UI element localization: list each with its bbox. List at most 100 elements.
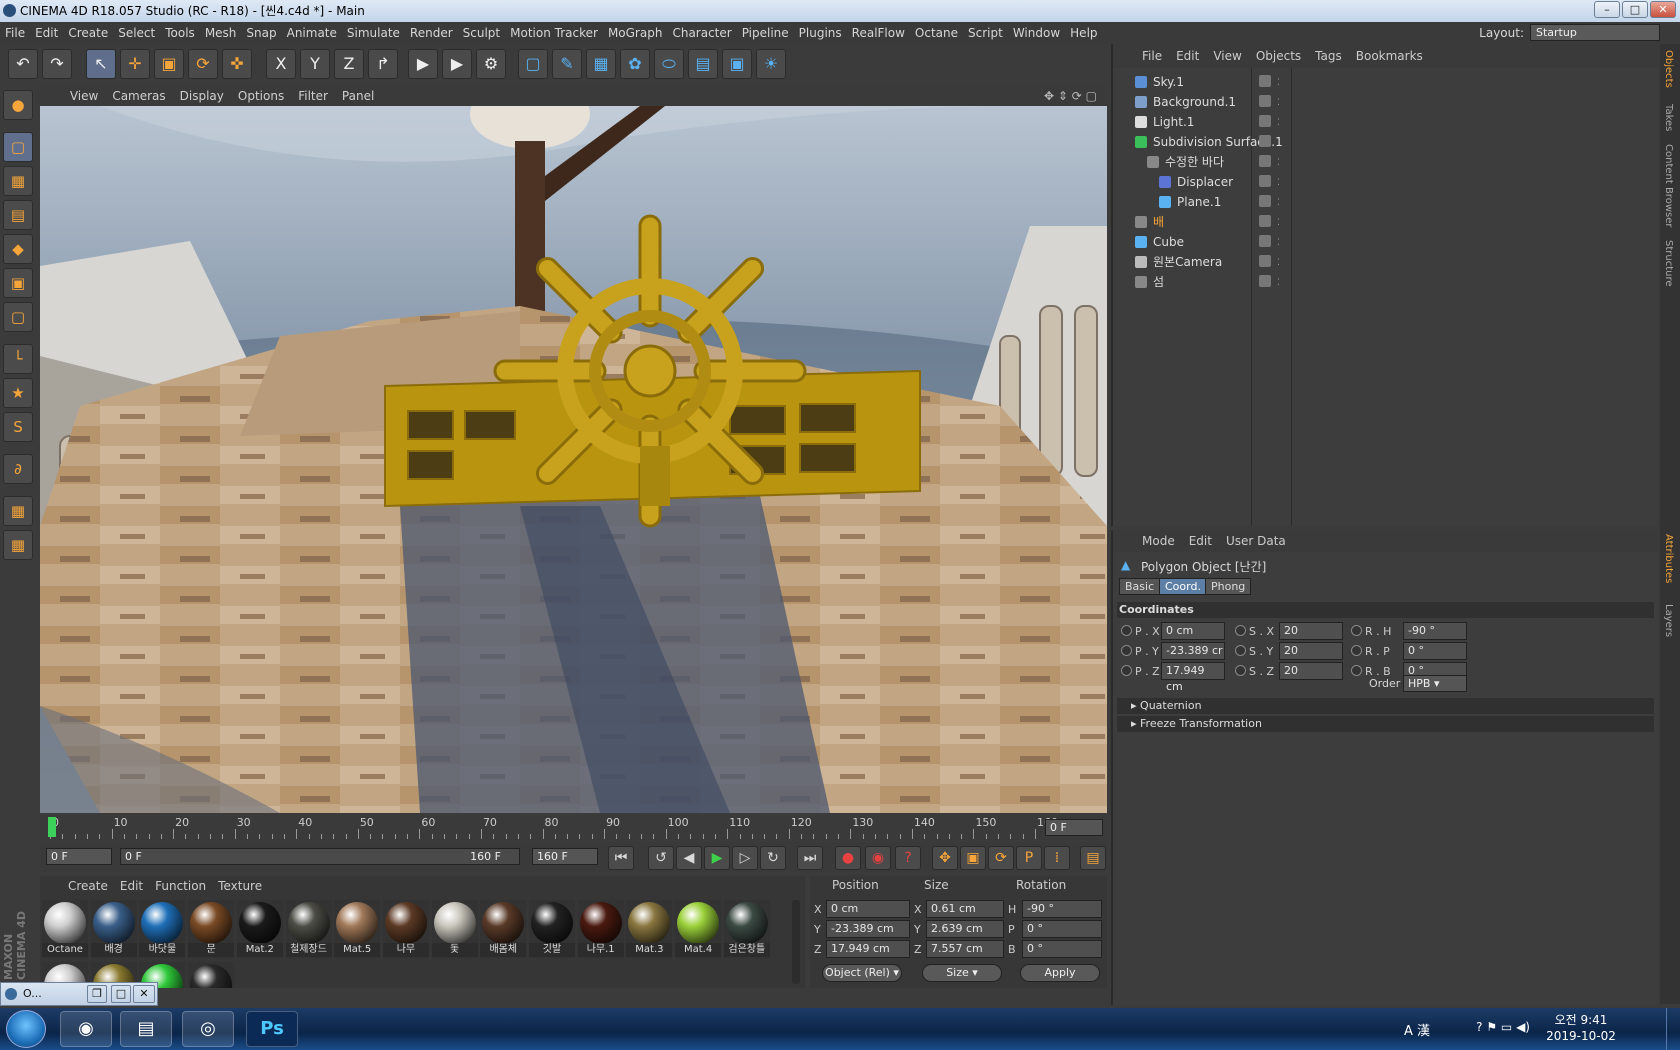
menu-mograph[interactable]: MoGraph bbox=[603, 22, 668, 44]
object-row[interactable]: Background.1 ⁚ bbox=[1117, 92, 1657, 112]
viewport-menu-view[interactable]: View bbox=[63, 86, 105, 106]
material-menu-edit[interactable]: Edit bbox=[114, 879, 149, 893]
maximize-button[interactable]: □ bbox=[1622, 1, 1648, 18]
3d-viewport[interactable] bbox=[40, 106, 1107, 813]
object-row[interactable]: Sky.1 ⁚ bbox=[1117, 72, 1657, 92]
attr-scale-field[interactable]: 20 bbox=[1279, 642, 1343, 660]
camera-icon[interactable]: ▣ bbox=[722, 49, 752, 79]
photoshop-icon[interactable]: Ps bbox=[246, 1011, 298, 1047]
animate-radio[interactable] bbox=[1235, 625, 1246, 636]
object-menu-bookmarks[interactable]: Bookmarks bbox=[1349, 49, 1430, 63]
visibility-dots-icon[interactable]: ⁚ bbox=[1277, 73, 1280, 93]
layer-icon[interactable] bbox=[1259, 115, 1271, 127]
menu-simulate[interactable]: Simulate bbox=[342, 22, 405, 44]
material-swatch[interactable] bbox=[188, 962, 235, 988]
object-menu-view[interactable]: View bbox=[1206, 49, 1248, 63]
coordinate-system-icon[interactable]: ↱ bbox=[368, 49, 398, 79]
object-row[interactable]: 수정한 바다 ⁚ bbox=[1117, 152, 1657, 172]
viewport-nav-icons[interactable]: ✥ ⇕ ⟳ ▢ bbox=[1044, 86, 1097, 106]
material-swatch[interactable]: 문 bbox=[188, 900, 235, 958]
render-view-icon[interactable]: ▶ bbox=[408, 49, 438, 79]
timeline-ruler[interactable]: 0102030405060708090100110120130140150160… bbox=[40, 815, 1107, 840]
visibility-dots-icon[interactable]: ⁚ bbox=[1277, 173, 1280, 193]
menu-create[interactable]: Create bbox=[63, 22, 113, 44]
animate-radio[interactable] bbox=[1351, 645, 1362, 656]
go-to-end-button[interactable]: ⏭ bbox=[797, 846, 823, 870]
attr-position-field[interactable]: -23.389 cr bbox=[1161, 642, 1225, 660]
material-scrollbar[interactable] bbox=[792, 900, 800, 984]
menu-window[interactable]: Window bbox=[1008, 22, 1065, 44]
live-selection-icon[interactable]: ↖ bbox=[86, 49, 116, 79]
explorer-icon[interactable]: ▤ bbox=[120, 1011, 172, 1047]
object-row[interactable]: Displacer ⁚ bbox=[1117, 172, 1657, 192]
attr-rotation-field[interactable]: -90 ° bbox=[1403, 622, 1467, 640]
layer-icon[interactable] bbox=[1259, 155, 1271, 167]
layer-icon[interactable] bbox=[1259, 195, 1271, 207]
range-slider[interactable]: 0 F 160 F bbox=[120, 848, 520, 865]
ime-indicator[interactable]: A 漢 bbox=[1404, 1020, 1430, 1039]
object-menu-tags[interactable]: Tags bbox=[1308, 49, 1349, 63]
system-clock[interactable]: 오전 9:41 2019-10-02 bbox=[1546, 1012, 1616, 1044]
tray-icons[interactable]: ? ⚑ ▭ ◀) bbox=[1476, 1020, 1530, 1034]
menu-edit[interactable]: Edit bbox=[30, 22, 63, 44]
material-swatch[interactable]: 나무 bbox=[382, 900, 429, 958]
tab-attributes[interactable]: Attributes bbox=[1663, 534, 1674, 583]
object-menu-objects[interactable]: Objects bbox=[1249, 49, 1308, 63]
visibility-dots-icon[interactable]: ⁚ bbox=[1277, 253, 1280, 273]
object-row[interactable]: Plane.1 ⁚ bbox=[1117, 192, 1657, 212]
go-to-start-button[interactable]: ⏮ bbox=[608, 846, 634, 870]
animate-radio[interactable] bbox=[1121, 645, 1132, 656]
viewport-menu-display[interactable]: Display bbox=[173, 86, 231, 106]
layer-icon[interactable] bbox=[1259, 75, 1271, 87]
y-axis-icon[interactable]: Y bbox=[300, 49, 330, 79]
material-menu-texture[interactable]: Texture bbox=[212, 879, 268, 893]
object-menu-file[interactable]: File bbox=[1135, 49, 1169, 63]
menu-octane[interactable]: Octane bbox=[910, 22, 963, 44]
rotation-field[interactable]: 0 ° bbox=[1022, 920, 1102, 938]
rotation-field[interactable]: -90 ° bbox=[1022, 900, 1102, 918]
restore-button[interactable]: ❐ bbox=[87, 985, 107, 1003]
snap-icon[interactable]: S bbox=[3, 412, 33, 442]
next-frame-button[interactable]: ▷ bbox=[732, 846, 758, 870]
floor-icon[interactable]: ▤ bbox=[688, 49, 718, 79]
key-scale-button[interactable]: ▣ bbox=[960, 846, 986, 870]
layer-icon[interactable] bbox=[1259, 95, 1271, 107]
tab-coord[interactable]: Coord. bbox=[1159, 578, 1207, 595]
close-small-button[interactable]: ✕ bbox=[133, 985, 155, 1003]
polygons-mode-icon[interactable]: ▢ bbox=[3, 302, 33, 332]
size-field[interactable]: 7.557 cm bbox=[926, 940, 1004, 958]
menu-sculpt[interactable]: Sculpt bbox=[458, 22, 505, 44]
visibility-dots-icon[interactable]: ⁚ bbox=[1277, 193, 1280, 213]
key-rotation-button[interactable]: ⟳ bbox=[988, 846, 1014, 870]
subdivision-icon[interactable]: ▦ bbox=[586, 49, 616, 79]
coord-mode-dropdown[interactable]: Object (Rel) ▾ bbox=[822, 964, 902, 982]
material-swatch[interactable]: Octane bbox=[42, 900, 88, 958]
menu-help[interactable]: Help bbox=[1065, 22, 1102, 44]
visibility-dots-icon[interactable]: ⁚ bbox=[1277, 273, 1280, 293]
undo-icon[interactable]: ↶ bbox=[8, 49, 38, 79]
workplane-grid-icon[interactable]: ▦ bbox=[3, 530, 33, 560]
material-swatch[interactable]: Mat.2 bbox=[236, 900, 283, 958]
menu-tools[interactable]: Tools bbox=[160, 22, 200, 44]
deformer-icon[interactable]: ⬭ bbox=[654, 49, 684, 79]
material-swatch[interactable]: Mat.4 bbox=[675, 900, 722, 958]
texture-mode-icon[interactable]: ▦ bbox=[3, 166, 33, 196]
tab-structure[interactable]: Structure bbox=[1663, 240, 1674, 287]
menu-plugins[interactable]: Plugins bbox=[794, 22, 847, 44]
order-dropdown[interactable]: HPB ▾ bbox=[1403, 675, 1467, 692]
minimized-window[interactable]: O... ❐ □ ✕ bbox=[0, 982, 158, 1006]
move-icon[interactable]: ✛ bbox=[120, 49, 150, 79]
attr-scale-field[interactable]: 20 bbox=[1279, 622, 1343, 640]
object-row[interactable]: 원본Camera ⁚ bbox=[1117, 252, 1657, 272]
attribute-menu-mode[interactable]: Mode bbox=[1135, 534, 1182, 548]
quaternion-section[interactable]: ▸ Quaternion bbox=[1117, 698, 1654, 714]
visibility-dots-icon[interactable]: ⁚ bbox=[1277, 233, 1280, 253]
size-field[interactable]: 2.639 cm bbox=[926, 920, 1004, 938]
menu-snap[interactable]: Snap bbox=[241, 22, 281, 44]
visibility-dots-icon[interactable]: ⁚ bbox=[1277, 213, 1280, 233]
minimize-button[interactable]: – bbox=[1594, 1, 1620, 18]
position-field[interactable]: -23.389 cm bbox=[826, 920, 910, 938]
tab-content-browser[interactable]: Content Browser bbox=[1663, 144, 1674, 227]
menu-render[interactable]: Render bbox=[405, 22, 458, 44]
key-pla-button[interactable]: ⁞ bbox=[1044, 846, 1070, 870]
